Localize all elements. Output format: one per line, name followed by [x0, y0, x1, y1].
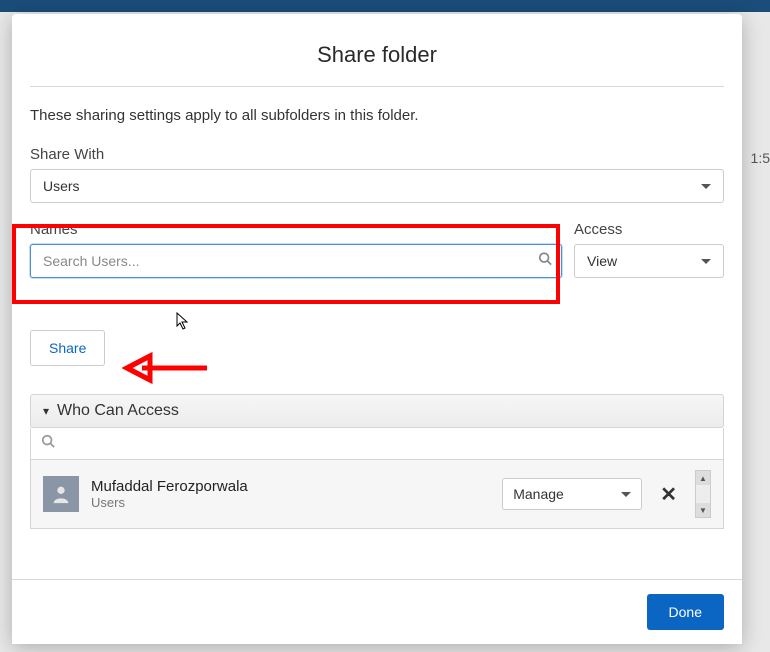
member-type: Users	[91, 495, 490, 510]
share-with-select[interactable]: Users	[30, 169, 724, 203]
app-header-bar	[0, 0, 770, 12]
member-name: Mufaddal Ferozporwala	[91, 478, 490, 495]
search-icon	[41, 434, 55, 448]
chevron-down-icon	[701, 184, 711, 189]
share-folder-modal: Share folder These sharing settings appl…	[12, 14, 742, 644]
access-column: Access View	[574, 221, 724, 278]
names-search-input[interactable]	[30, 244, 562, 278]
search-icon	[538, 252, 552, 271]
person-icon	[50, 483, 72, 505]
names-input-wrap	[30, 244, 562, 278]
share-with-select-wrap: Users	[30, 169, 724, 203]
scrollbar[interactable]: ▲ ▼	[695, 470, 711, 518]
member-info: Mufaddal Ferozporwala Users	[91, 478, 490, 510]
modal-body: These sharing settings apply to all subf…	[12, 87, 742, 529]
share-button[interactable]: Share	[30, 330, 105, 366]
member-row: Mufaddal Ferozporwala Users Manage ✕ ▲ ▼	[30, 460, 724, 529]
sharing-subtext: These sharing settings apply to all subf…	[30, 107, 724, 124]
who-can-access-title: Who Can Access	[57, 402, 179, 420]
names-label: Names	[30, 221, 562, 238]
access-filter-row[interactable]	[30, 428, 724, 460]
access-value: View	[587, 253, 617, 269]
who-can-access-header[interactable]: ▾ Who Can Access	[30, 394, 724, 428]
share-with-label: Share With	[30, 146, 724, 163]
permission-select[interactable]: Manage	[502, 478, 642, 510]
background-text: 1:5	[751, 150, 770, 166]
names-access-row: Names Access View	[30, 221, 724, 278]
modal-footer: Done	[12, 579, 742, 644]
access-select[interactable]: View	[574, 244, 724, 278]
access-label: Access	[574, 221, 724, 238]
done-button[interactable]: Done	[647, 594, 724, 630]
chevron-down-icon	[621, 492, 631, 497]
scroll-down-icon[interactable]: ▼	[696, 503, 710, 517]
who-can-access-section: ▾ Who Can Access Mufaddal Ferozporwala U…	[30, 394, 724, 529]
modal-title: Share folder	[12, 14, 742, 86]
scroll-up-icon[interactable]: ▲	[696, 471, 710, 485]
remove-member-button[interactable]: ✕	[654, 482, 683, 507]
chevron-down-icon: ▾	[43, 404, 49, 418]
chevron-down-icon	[701, 259, 711, 264]
avatar	[43, 476, 79, 512]
names-column: Names	[30, 221, 562, 278]
permission-value: Manage	[513, 486, 564, 502]
share-with-value: Users	[43, 178, 80, 194]
